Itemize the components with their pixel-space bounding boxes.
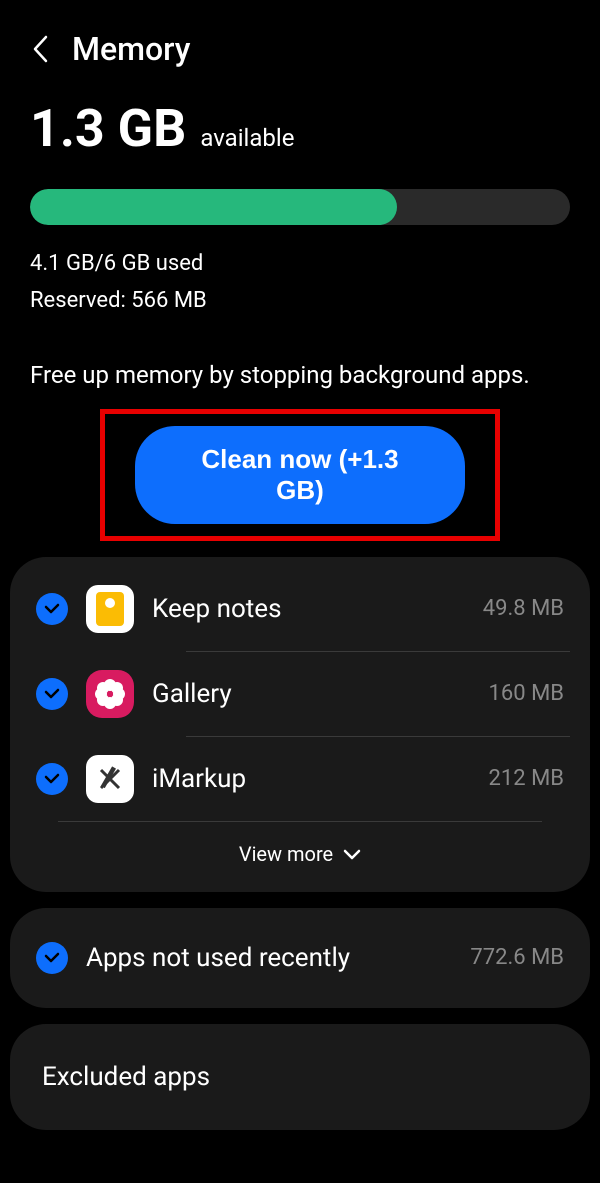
view-more-label: View more: [239, 842, 333, 866]
app-row-gallery[interactable]: Gallery 160 MB: [30, 652, 570, 736]
app-name: Keep notes: [152, 594, 465, 624]
highlight-box: Clean now (+1.3 GB): [100, 409, 500, 541]
gallery-icon: [86, 670, 134, 718]
memory-summary: 1.3 GB available 4.1 GB/6 GB used Reserv…: [0, 88, 600, 317]
checkbox-keep-notes[interactable]: [36, 593, 68, 625]
page-title: Memory: [72, 30, 190, 68]
checkbox-not-used[interactable]: [36, 942, 68, 974]
app-size: 212 MB: [489, 766, 564, 791]
hint-text: Free up memory by stopping background ap…: [0, 323, 600, 409]
available-memory: 1.3 GB available: [30, 98, 570, 159]
not-used-card[interactable]: Apps not used recently 772.6 MB: [10, 908, 590, 1008]
not-used-size: 772.6 MB: [470, 945, 564, 970]
app-size: 160 MB: [489, 681, 564, 706]
app-name: Gallery: [152, 679, 471, 709]
not-used-label: Apps not used recently: [86, 943, 452, 973]
apps-card: Keep notes 49.8 MB Gallery 160 MB iMarku…: [10, 557, 590, 892]
app-row-keep-notes[interactable]: Keep notes 49.8 MB: [30, 567, 570, 651]
header: Memory: [0, 0, 600, 88]
excluded-apps-card[interactable]: Excluded apps: [10, 1024, 590, 1130]
reserved-text: Reserved: 566 MB: [30, 286, 570, 317]
clean-now-button[interactable]: Clean now (+1.3 GB): [135, 426, 465, 524]
available-value: 1.3 GB: [30, 98, 186, 159]
checkbox-imarkup[interactable]: [36, 763, 68, 795]
available-label: available: [200, 124, 294, 152]
view-more-button[interactable]: View more: [30, 822, 570, 882]
usage-text: 4.1 GB/6 GB used: [30, 249, 570, 280]
app-name: iMarkup: [152, 764, 471, 794]
imarkup-icon: [86, 755, 134, 803]
excluded-apps-label: Excluded apps: [30, 1034, 570, 1120]
keep-notes-icon: [86, 585, 134, 633]
checkbox-gallery[interactable]: [36, 678, 68, 710]
back-icon[interactable]: [28, 37, 52, 61]
chevron-down-icon: [343, 842, 361, 866]
app-size: 49.8 MB: [483, 596, 564, 621]
memory-progress-bar: [30, 189, 570, 225]
memory-progress-fill: [30, 189, 397, 225]
app-row-imarkup[interactable]: iMarkup 212 MB: [30, 737, 570, 821]
